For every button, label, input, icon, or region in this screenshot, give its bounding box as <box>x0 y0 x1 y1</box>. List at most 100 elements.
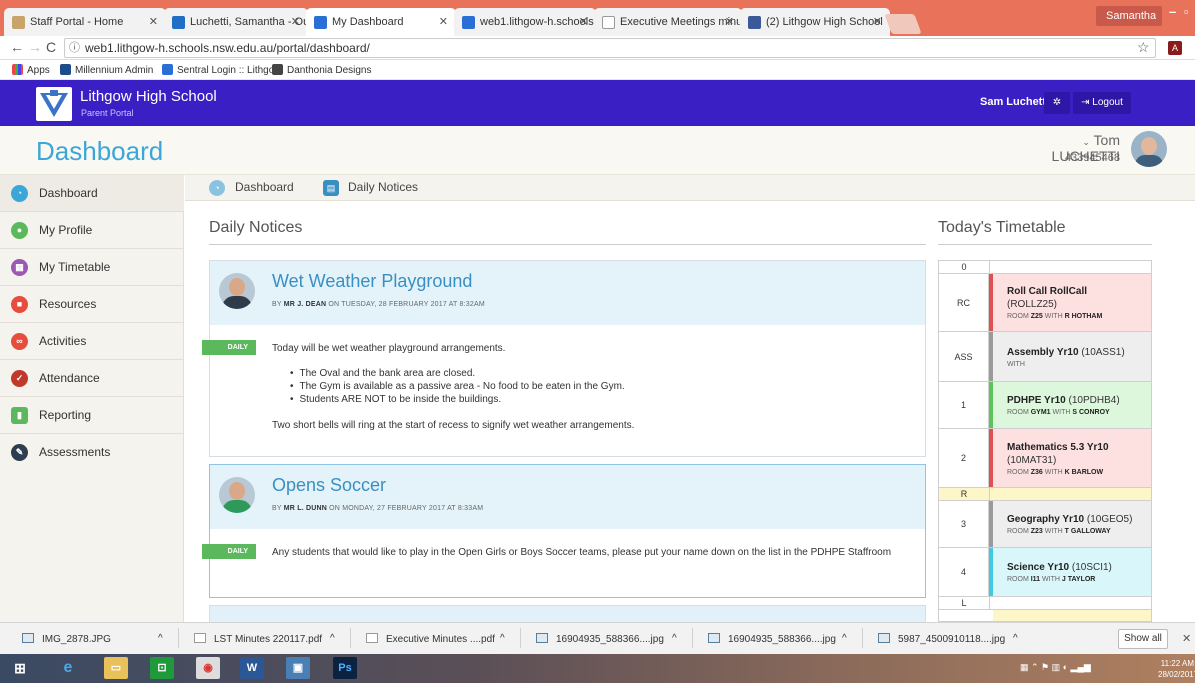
breadcrumb-dashboard[interactable]: Dashboard <box>235 180 294 194</box>
download-item[interactable]: Executive Minutes ....pdf <box>366 633 495 645</box>
school-name[interactable]: Lithgow High School <box>80 88 217 105</box>
tab-executive-meetings[interactable]: Executive Meetings minu ✕ <box>594 8 742 36</box>
pdf-file-icon <box>194 633 206 643</box>
pdf-extension-icon[interactable]: A <box>1168 41 1182 55</box>
forward-arrow-icon[interactable]: → <box>28 39 42 55</box>
info-icon[interactable]: ⓘ <box>69 39 80 57</box>
close-icon[interactable]: ✕ <box>149 8 158 36</box>
chevron-up-icon[interactable]: ^ <box>842 633 847 644</box>
notice-card <box>209 605 926 623</box>
photos-icon[interactable]: ▣ <box>286 657 310 679</box>
bookmark-sentral[interactable]: Sentral Login :: Lithgo <box>162 64 274 76</box>
sidebar: ◔ Dashboard ● My Profile ▦ My Timetable … <box>0 175 184 622</box>
timetable-row[interactable]: RC Roll Call RollCall (ROLLZ25) ROOM Z25… <box>939 274 1151 332</box>
download-item[interactable]: LST Minutes 220117.pdf <box>194 633 322 645</box>
timetable-row[interactable]: 3 Geography Yr10 (10GEO5) ROOM Z23 WITH … <box>939 501 1151 548</box>
sidebar-item-attendance[interactable]: ✓ Attendance <box>0 360 184 397</box>
chevron-up-icon[interactable]: ^ <box>500 633 505 644</box>
notice-title[interactable]: Wet Weather Playground <box>272 271 472 292</box>
sidebar-item-my-timetable[interactable]: ▦ My Timetable <box>0 249 184 286</box>
sidebar-item-reporting[interactable]: ▮ Reporting <box>0 397 184 434</box>
notice-list: The Oval and the bank area are closed. T… <box>290 367 625 406</box>
close-icon[interactable]: ✕ <box>873 8 882 36</box>
tab-staff-portal[interactable]: Staff Portal - Home ✕ <box>4 8 166 36</box>
browser-toolbar: ← → C ⓘ web1.lithgow-h.schools.nsw.edu.a… <box>0 36 1195 60</box>
notice-card: Opens Soccer BY MR L. DUNN ON MONDAY, 27… <box>202 464 926 598</box>
reload-icon[interactable]: C <box>46 39 56 55</box>
daily-notices-heading: Daily Notices <box>209 219 303 236</box>
tab-web1[interactable]: web1.lithgow-h.schools. ✕ <box>454 8 596 36</box>
download-item[interactable]: 16904935_588366....jpg <box>708 633 836 645</box>
download-item[interactable]: 5987_4500910118....jpg <box>878 633 1005 645</box>
close-icon[interactable]: ✕ <box>439 8 448 36</box>
dashboard-icon: ◔ <box>11 185 28 202</box>
sidebar-item-assessments[interactable]: ✎ Assessments <box>0 434 184 471</box>
show-all-downloads-button[interactable]: Show all <box>1118 629 1168 649</box>
back-arrow-icon[interactable]: ← <box>10 39 24 55</box>
restore-icon[interactable]: ▫ <box>1184 4 1189 19</box>
calendar-icon: ▦ <box>11 259 28 276</box>
new-tab-button[interactable] <box>884 14 922 34</box>
notice-title[interactable]: Opens Soccer <box>272 475 386 496</box>
system-tray[interactable]: ▦ ⌃ ⚑ ▥ ◐ ▂▄▆ <box>1020 662 1091 673</box>
list-item: The Oval and the bank area are closed. <box>290 367 625 380</box>
header-user-name[interactable]: Sam Luchetti <box>980 96 1049 108</box>
student-avatar[interactable] <box>1131 131 1167 167</box>
pdf-file-icon <box>366 633 378 643</box>
file-explorer-icon[interactable]: ▭ <box>104 657 128 679</box>
address-bar[interactable]: ⓘ web1.lithgow-h.schools.nsw.edu.au/port… <box>64 38 1156 58</box>
notice-body: Any students that would like to play in … <box>272 547 892 558</box>
minimize-icon[interactable]: – <box>1169 4 1176 19</box>
bookmark-star-icon[interactable]: ☆ <box>1137 39 1150 56</box>
outlook-icon <box>172 16 185 29</box>
tab-outlook[interactable]: Luchetti, Samantha - Out ✕ <box>164 8 308 36</box>
download-item[interactable]: 16904935_588366....jpg <box>536 633 664 645</box>
tab-my-dashboard[interactable]: My Dashboard ✕ <box>306 8 456 36</box>
page-title: Dashboard <box>36 136 164 166</box>
notice-icon: ▤ <box>323 180 339 196</box>
sidebar-item-resources[interactable]: ■ Resources <box>0 286 184 323</box>
attendance-icon: ✓ <box>11 370 28 387</box>
portal-name: Parent Portal <box>81 108 134 118</box>
chevron-down-icon: ⌄ <box>1082 137 1090 147</box>
chevron-up-icon[interactable]: ^ <box>672 633 677 644</box>
taskbar-clock[interactable]: 11:22 AM 28/02/2017 <box>1158 658 1195 680</box>
settings-button[interactable]: ✲ <box>1044 92 1070 114</box>
sidebar-item-dashboard[interactable]: ◔ Dashboard <box>0 175 184 212</box>
logout-icon: ⇥ <box>1081 97 1090 108</box>
tab-facebook[interactable]: (2) Lithgow High School ✕ <box>740 8 890 36</box>
timetable-row[interactable]: 1 PDHPE Yr10 (10PDHB4) ROOM GYM1 WITH S … <box>939 382 1151 429</box>
school-logo[interactable] <box>36 87 72 121</box>
bookmark-apps[interactable]: Apps <box>12 64 50 76</box>
book-icon: ■ <box>11 296 28 313</box>
heading-divider <box>938 244 1152 245</box>
sentral-icon <box>162 64 173 75</box>
store-icon[interactable]: ⊡ <box>150 657 174 679</box>
timetable-row[interactable]: 2 Mathematics 5.3 Yr10 (10MAT31) ROOM Z3… <box>939 429 1151 488</box>
image-file-icon <box>708 633 720 643</box>
close-icon[interactable]: ✕ <box>1182 632 1191 645</box>
notice-body: Today will be wet weather playground arr… <box>272 343 506 354</box>
sidebar-item-my-profile[interactable]: ● My Profile <box>0 212 184 249</box>
chrome-icon[interactable]: ◉ <box>196 657 220 679</box>
close-icon[interactable]: ✕ <box>291 8 300 36</box>
download-item[interactable]: IMG_2878.JPG <box>22 633 111 645</box>
chevron-up-icon[interactable]: ^ <box>1013 633 1018 644</box>
chevron-up-icon[interactable]: ^ <box>330 633 335 644</box>
timetable-row[interactable]: ASS Assembly Yr10 (10ASS1) WITH <box>939 332 1151 382</box>
chevron-up-icon[interactable]: ^ <box>158 633 163 644</box>
browser-profile-button[interactable]: Samantha <box>1096 6 1162 26</box>
bookmark-danthonia[interactable]: Danthonia Designs <box>272 64 372 76</box>
timetable-row[interactable]: 4 Science Yr10 (10SCI1) ROOM I11 WITH J … <box>939 548 1151 597</box>
photoshop-icon[interactable]: Ps <box>333 657 357 679</box>
close-icon[interactable]: ✕ <box>725 8 734 36</box>
windows-start-icon[interactable]: ⊞ <box>8 657 32 679</box>
bookmark-millennium[interactable]: Millennium Admin <box>60 64 153 76</box>
close-icon[interactable]: ✕ <box>579 8 588 36</box>
logout-button[interactable]: ⇥ Logout <box>1073 92 1131 114</box>
internet-explorer-icon[interactable]: e <box>56 657 80 679</box>
user-icon: ● <box>11 222 28 239</box>
notice-card: Wet Weather Playground BY MR J. DEAN ON … <box>202 260 926 457</box>
sidebar-item-activities[interactable]: ∞ Activities <box>0 323 184 360</box>
word-icon[interactable]: W <box>240 657 264 679</box>
